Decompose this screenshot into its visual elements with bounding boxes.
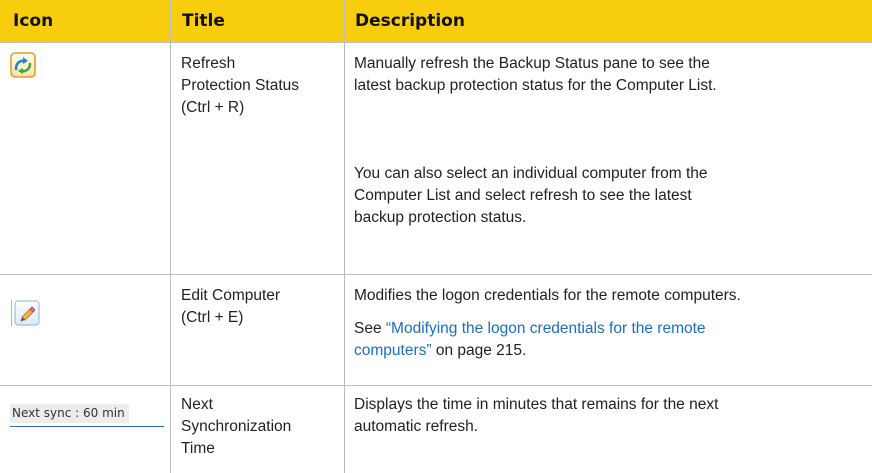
row-1-desc-line: latest backup protection status for the … [354,77,717,94]
row-3-desc-line: automatic refresh. [354,418,479,435]
row-3-desc-line: Displays the time in minutes that remain… [354,396,719,413]
row-2-title-line: Edit Computer [181,287,281,304]
row-2-title-line: (Ctrl + E) [181,309,244,326]
row-1-desc-line: Manually refresh the Backup Status pane … [354,55,710,72]
next-sync-underline [10,426,164,427]
header-description: Description [355,11,465,31]
row-1-title-line: Protection Status [181,77,300,94]
cross-reference-link-continued[interactable]: computers” [354,342,432,359]
header-rule [0,42,872,43]
row-1-description: Manually refresh the Backup Status pane … [354,53,717,97]
row-2-title: Edit Computer (Ctrl + E) [181,285,280,329]
row-1-title-line: Refresh [181,55,236,72]
row-divider-2 [0,385,872,386]
header-icon: Icon [13,11,54,31]
row-1-note-line: You can also select an individual comput… [354,165,708,182]
row-2-see-also: See “Modifying the logon credentials for… [354,318,706,362]
row-3-title: Next Synchronization Time [181,394,291,460]
command-table: Icon Title Description Refresh Protectio… [0,0,872,473]
column-divider-1 [170,0,171,473]
header-title: Title [182,11,225,31]
row-3-title-line: Time [181,440,215,457]
page-reference: on page 215. [431,342,527,359]
see-also-line-1: See “Modifying the logon credentials for… [354,318,706,340]
row-1-note-line: backup protection status. [354,209,527,226]
row-2-desc-line: Modifies the logon credentials for the r… [354,287,741,304]
next-sync-indicator: Next sync : 60 min [10,404,129,423]
row-2-description: Modifies the logon credentials for the r… [354,285,741,307]
see-also-line-2: computers” on page 215. [354,340,706,362]
row-3-title-line: Next [181,396,213,413]
edit-pencil-icon [14,300,40,326]
row-3-title-line: Synchronization [181,418,292,435]
refresh-icon [10,52,36,78]
see-prefix: See [354,320,386,337]
column-divider-2 [344,0,345,473]
icon-separator [11,300,12,326]
row-1-title-line: (Ctrl + R) [181,99,245,116]
row-1-note-line: Computer List and select refresh to see … [354,187,692,204]
row-divider-1 [0,274,872,275]
row-1-description-note: You can also select an individual comput… [354,163,708,229]
row-3-description: Displays the time in minutes that remain… [354,394,718,438]
row-1-title: Refresh Protection Status (Ctrl + R) [181,53,299,119]
cross-reference-link[interactable]: “Modifying the logon credentials for the… [386,320,706,337]
